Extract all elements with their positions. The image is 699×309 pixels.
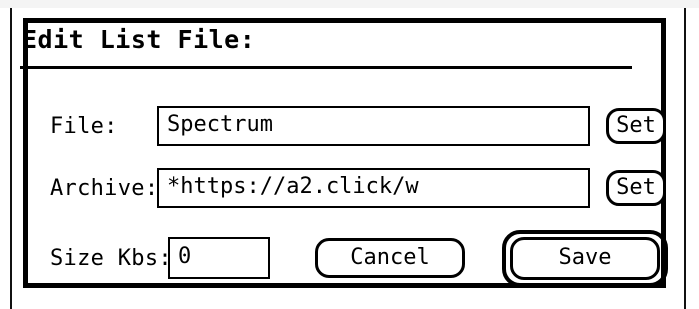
window-left-border bbox=[10, 8, 12, 309]
title-divider bbox=[20, 66, 632, 69]
archive-set-button[interactable]: Set bbox=[606, 170, 666, 206]
file-set-button[interactable]: Set bbox=[606, 108, 666, 144]
window-top-strip bbox=[0, 0, 699, 8]
save-button[interactable]: Save bbox=[510, 237, 660, 280]
archive-field[interactable]: *https://a2.click/w bbox=[157, 168, 590, 208]
file-label: File: bbox=[50, 114, 118, 139]
size-kbs-field[interactable]: 0 bbox=[168, 237, 270, 279]
dialog-title: Edit List File: bbox=[22, 25, 256, 54]
file-field[interactable]: Spectrum bbox=[157, 106, 590, 146]
size-label: Size Kbs: bbox=[50, 246, 172, 271]
archive-label: Archive: bbox=[50, 176, 159, 201]
window-right-border bbox=[684, 8, 686, 309]
cancel-button[interactable]: Cancel bbox=[315, 238, 465, 278]
